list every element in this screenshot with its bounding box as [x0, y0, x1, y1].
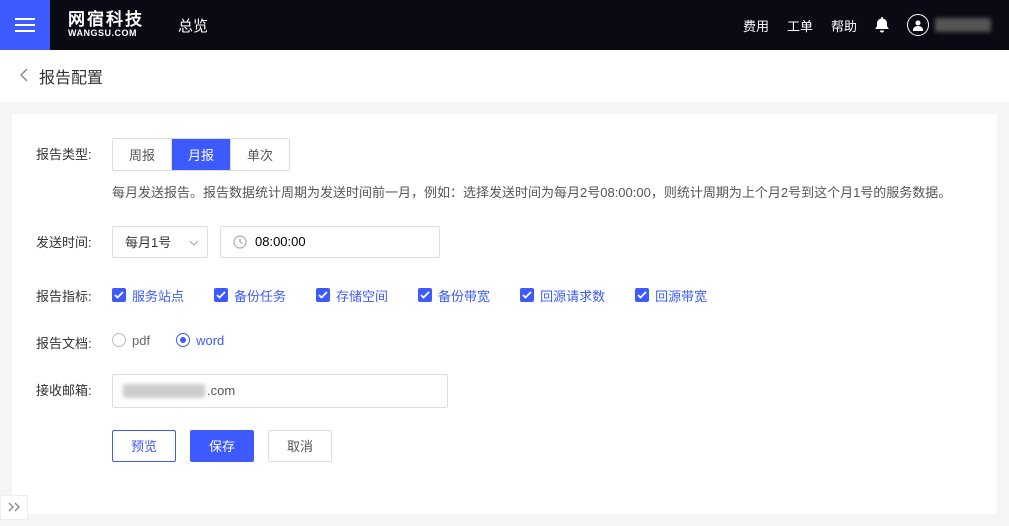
user-menu[interactable]	[907, 14, 991, 36]
checkbox-icon	[112, 288, 126, 302]
label-report-type: 报告类型:	[36, 138, 112, 163]
radio-icon	[176, 333, 190, 347]
time-field[interactable]	[255, 234, 427, 249]
save-button[interactable]: 保存	[190, 430, 254, 462]
logo-cn: 网宿科技	[68, 11, 144, 30]
row-email: 接收邮箱: .com	[36, 374, 973, 408]
time-input-wrap[interactable]	[220, 226, 440, 258]
metric-origin-req[interactable]: 回源请求数	[520, 286, 605, 305]
metric-label: 存储空间	[336, 286, 388, 305]
checkbox-icon	[635, 288, 649, 302]
doc-format-group: pdf word	[112, 327, 224, 348]
seg-once[interactable]: 单次	[231, 139, 289, 170]
nav-billing[interactable]: 费用	[743, 16, 769, 35]
radio-icon	[112, 333, 126, 347]
radio-pdf[interactable]: pdf	[112, 333, 150, 348]
row-send-time: 发送时间: 每月1号	[36, 226, 973, 258]
top-bar: 网宿科技 WANGSU.COM 总览 费用 工单 帮助	[0, 0, 1009, 50]
email-field[interactable]: .com	[112, 374, 448, 408]
label-email: 接收邮箱:	[36, 374, 112, 399]
send-time-body: 每月1号	[112, 226, 440, 258]
day-select-value: 每月1号	[125, 232, 171, 251]
metric-service-site[interactable]: 服务站点	[112, 286, 184, 305]
nav-ticket[interactable]: 工单	[787, 16, 813, 35]
metric-label: 备份任务	[234, 286, 286, 305]
metric-backup-bw[interactable]: 备份带宽	[418, 286, 490, 305]
logo[interactable]: 网宿科技 WANGSU.COM	[68, 11, 144, 40]
footer-expand-button[interactable]	[0, 495, 28, 520]
chevron-down-icon	[189, 234, 199, 249]
checkbox-icon	[316, 288, 330, 302]
metric-label: 服务站点	[132, 286, 184, 305]
email-masked	[123, 384, 205, 398]
bell-icon[interactable]	[875, 17, 889, 33]
menu-button[interactable]	[0, 0, 50, 50]
sub-header: 报告配置	[0, 50, 1009, 102]
cancel-button[interactable]: 取消	[268, 430, 332, 462]
preview-button[interactable]: 预览	[112, 430, 176, 462]
checkbox-icon	[418, 288, 432, 302]
hamburger-icon	[15, 18, 35, 32]
row-buttons: 预览 保存 取消	[36, 430, 973, 462]
radio-word[interactable]: word	[176, 333, 224, 348]
back-button[interactable]	[20, 68, 29, 85]
top-right: 费用 工单 帮助	[743, 0, 1009, 50]
clock-icon	[233, 235, 247, 249]
label-send-time: 发送时间:	[36, 226, 112, 251]
metric-storage[interactable]: 存储空间	[316, 286, 388, 305]
label-doc-format: 报告文档:	[36, 327, 112, 352]
seg-monthly[interactable]: 月报	[172, 139, 231, 170]
report-type-hint: 每月发送报告。报告数据统计周期为发送时间前一月，例如：选择发送时间为每月2号08…	[112, 183, 951, 204]
metric-label: 备份带宽	[438, 286, 490, 305]
content-card: 报告类型: 周报 月报 单次 每月发送报告。报告数据统计周期为发送时间前一月，例…	[12, 114, 997, 514]
email-suffix: .com	[207, 383, 235, 398]
logo-en: WANGSU.COM	[68, 29, 144, 39]
nav-help[interactable]: 帮助	[831, 16, 857, 35]
label-metrics: 报告指标:	[36, 280, 112, 305]
page-title: 报告配置	[39, 64, 103, 88]
report-type-body: 周报 月报 单次 每月发送报告。报告数据统计周期为发送时间前一月，例如：选择发送…	[112, 138, 951, 204]
metrics-group: 服务站点 备份任务 存储空间 备份带宽 回源请求数 回源带宽	[112, 280, 707, 305]
row-doc-format: 报告文档: pdf word	[36, 327, 973, 352]
username	[935, 18, 991, 32]
button-row: 预览 保存 取消	[112, 430, 332, 462]
metric-label: 回源带宽	[655, 286, 707, 305]
avatar-icon	[907, 14, 929, 36]
metric-label: 回源请求数	[540, 286, 605, 305]
checkbox-icon	[214, 288, 228, 302]
row-metrics: 报告指标: 服务站点 备份任务 存储空间 备份带宽 回源请求数 回源带宽	[36, 280, 973, 305]
row-report-type: 报告类型: 周报 月报 单次 每月发送报告。报告数据统计周期为发送时间前一月，例…	[36, 138, 973, 204]
metric-backup-task[interactable]: 备份任务	[214, 286, 286, 305]
checkbox-icon	[520, 288, 534, 302]
overview-title[interactable]: 总览	[178, 15, 208, 36]
day-select[interactable]: 每月1号	[112, 226, 208, 258]
metric-origin-bw[interactable]: 回源带宽	[635, 286, 707, 305]
radio-label: word	[196, 333, 224, 348]
seg-weekly[interactable]: 周报	[113, 139, 172, 170]
radio-label: pdf	[132, 333, 150, 348]
report-type-segmented: 周报 月报 单次	[112, 138, 290, 171]
